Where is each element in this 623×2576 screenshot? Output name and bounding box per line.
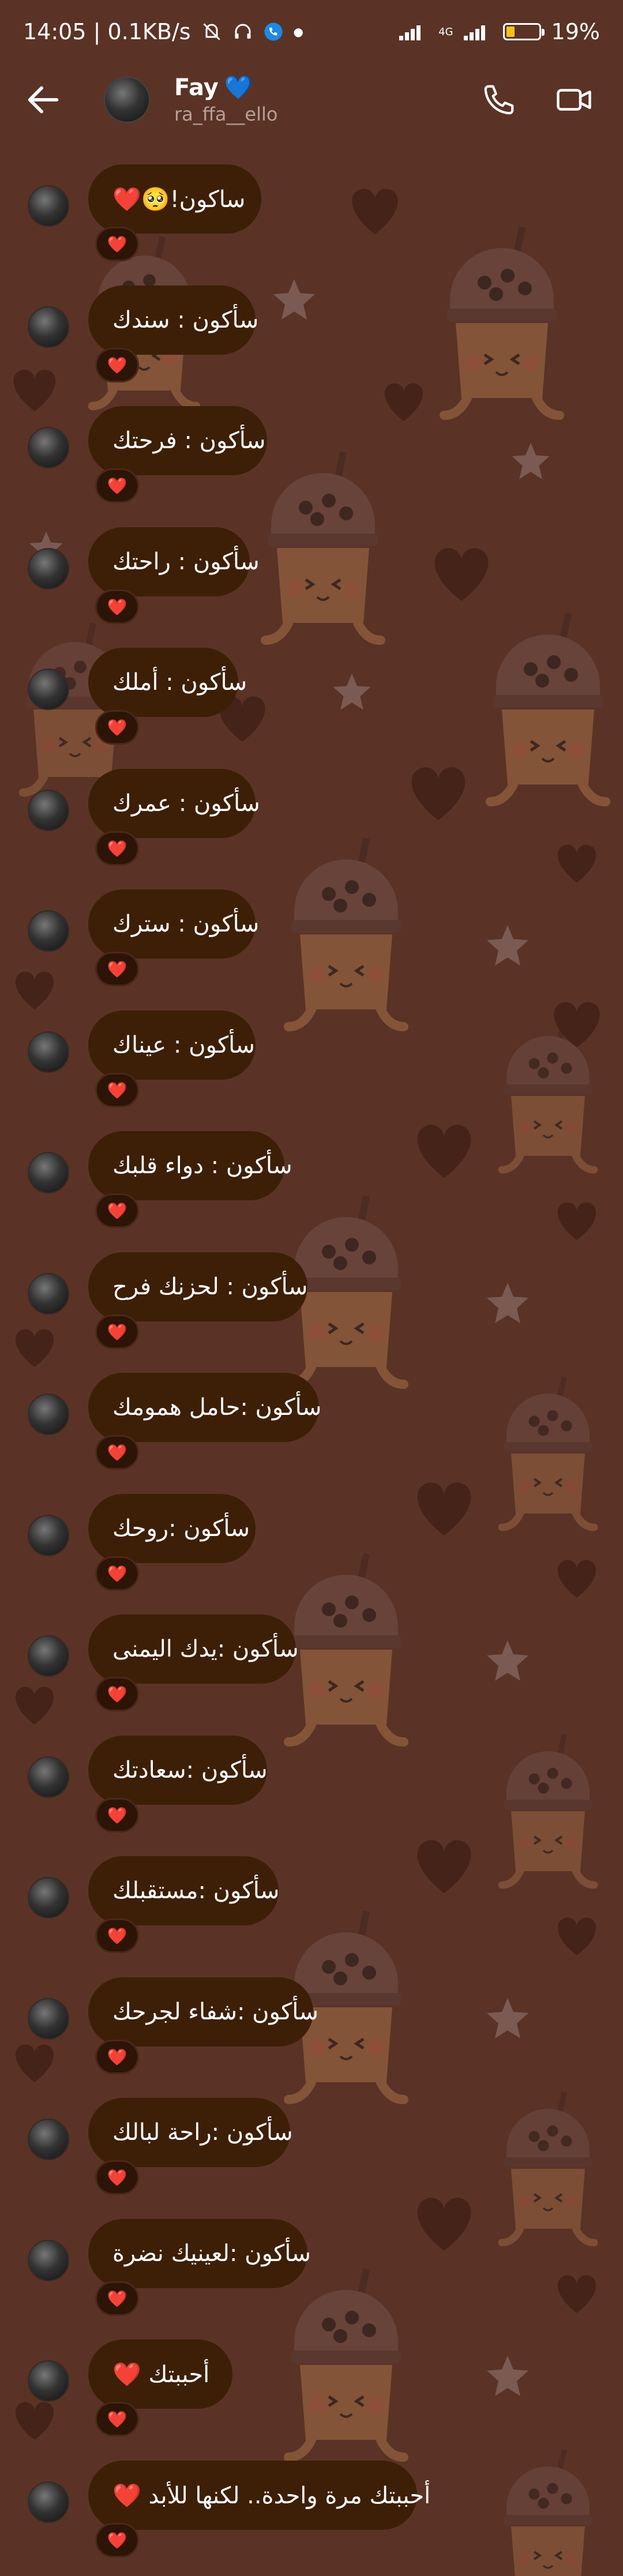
heart-reaction[interactable]: ❤️ bbox=[95, 2160, 139, 2195]
contact-info[interactable]: Fay 💙 ra_ffa__ello bbox=[174, 74, 278, 126]
phone-status-icon bbox=[264, 22, 283, 41]
battery-percent: 19% bbox=[551, 19, 600, 44]
battery-icon bbox=[502, 23, 545, 40]
message-bubble[interactable]: سأكون : عمرك bbox=[88, 769, 260, 838]
sender-avatar[interactable] bbox=[28, 2360, 69, 2402]
message-bubble[interactable]: سأكون : دواء قلبك bbox=[88, 1131, 292, 1200]
heart-reaction[interactable]: ❤️ bbox=[95, 2402, 139, 2436]
headphones-icon bbox=[235, 24, 250, 39]
message-bubble[interactable]: ساكون!🥺❤️ bbox=[88, 164, 261, 234]
network-type: 4G bbox=[438, 25, 453, 38]
heart-reaction[interactable]: ❤️ bbox=[95, 2281, 139, 2316]
header-actions bbox=[479, 80, 594, 120]
sender-avatar[interactable] bbox=[28, 1273, 69, 1315]
contact-name-text: Fay bbox=[174, 74, 219, 101]
message-bubble[interactable]: سأكون :روحك bbox=[88, 1494, 256, 1563]
voice-call-button[interactable] bbox=[479, 80, 519, 120]
heart-reaction[interactable]: ❤️ bbox=[95, 1315, 139, 1349]
message-bubble[interactable]: سأكون :حامل همومك bbox=[88, 1373, 321, 1442]
status-time-speed: 14:05 | 0.1KB/s bbox=[23, 19, 191, 44]
heart-reaction[interactable]: ❤️ bbox=[95, 348, 139, 382]
sender-avatar[interactable] bbox=[28, 306, 69, 348]
status-bar: 14:05 | 0.1KB/s ● 4G 19% bbox=[0, 0, 623, 63]
heart-reaction[interactable]: ❤️ bbox=[95, 2523, 139, 2558]
sender-avatar[interactable] bbox=[28, 1031, 69, 1073]
heart-reaction[interactable]: ❤️ bbox=[95, 1798, 139, 1833]
message-bubble[interactable]: سأكون : لحزنك فرح bbox=[88, 1252, 307, 1321]
heart-reaction[interactable]: ❤️ bbox=[95, 227, 139, 261]
sender-avatar[interactable] bbox=[28, 669, 69, 710]
video-camera-icon bbox=[557, 89, 591, 111]
sender-avatar[interactable] bbox=[28, 185, 69, 227]
heart-reaction[interactable]: ❤️ bbox=[95, 1073, 139, 1107]
message-bubble[interactable]: سأكون : سندك bbox=[88, 286, 258, 355]
signal-2-icon bbox=[463, 25, 485, 40]
status-left: 14:05 | 0.1KB/s ● bbox=[23, 19, 303, 44]
signal-icon bbox=[399, 25, 421, 40]
message-bubble[interactable]: سأكون :شفاء لجرحك bbox=[88, 1977, 318, 2046]
sender-avatar[interactable] bbox=[28, 1756, 69, 1798]
heart-reaction[interactable]: ❤️ bbox=[95, 1435, 139, 1470]
sender-avatar[interactable] bbox=[28, 1394, 69, 1435]
message-bubble[interactable]: سأكون : عيناك bbox=[88, 1011, 256, 1080]
back-arrow-icon[interactable] bbox=[23, 80, 63, 120]
dot-icon: ● bbox=[293, 25, 303, 39]
sender-avatar[interactable] bbox=[28, 1635, 69, 1677]
contact-username: ra_ffa__ello bbox=[174, 103, 278, 125]
heart-reaction[interactable]: ❤️ bbox=[95, 468, 139, 503]
heart-reaction[interactable]: ❤️ bbox=[95, 1556, 139, 1591]
message-bubble[interactable]: سأكون :يدك اليمنى bbox=[88, 1614, 299, 1684]
heart-reaction[interactable]: ❤️ bbox=[95, 2040, 139, 2074]
message-bubble[interactable]: سأكون : فرحتك bbox=[88, 406, 267, 475]
heart-reaction[interactable]: ❤️ bbox=[95, 831, 139, 866]
mute-icon bbox=[202, 23, 220, 40]
sender-avatar[interactable] bbox=[28, 2481, 69, 2523]
message-bubble[interactable]: سأكون : سترك bbox=[88, 889, 259, 959]
heart-reaction[interactable]: ❤️ bbox=[95, 710, 139, 745]
contact-avatar[interactable] bbox=[104, 76, 150, 123]
heart-reaction[interactable]: ❤️ bbox=[95, 1193, 139, 1228]
sender-avatar[interactable] bbox=[28, 1998, 69, 2040]
heart-reaction[interactable]: ❤️ bbox=[95, 952, 139, 986]
contact-name: Fay 💙 bbox=[174, 74, 277, 102]
status-right: 4G 19% bbox=[399, 19, 600, 44]
message-bubble[interactable]: سأكون :لعينيك نضرة bbox=[88, 2219, 311, 2288]
heart-reaction[interactable]: ❤️ bbox=[95, 1677, 139, 1711]
sender-avatar[interactable] bbox=[28, 548, 69, 589]
sender-avatar[interactable] bbox=[28, 910, 69, 952]
sender-avatar[interactable] bbox=[28, 1515, 69, 1556]
blue-heart-icon: 💙 bbox=[224, 74, 253, 101]
message-bubble[interactable]: سأكون : أملك bbox=[88, 648, 247, 717]
heart-reaction[interactable]: ❤️ bbox=[95, 1918, 139, 1953]
phone-icon bbox=[484, 85, 514, 115]
message-bubble[interactable]: أحببتك مرة واحدة.. لكنها للأبد ❤️ bbox=[88, 2461, 430, 2530]
heart-reaction[interactable]: ❤️ bbox=[95, 589, 139, 624]
sender-avatar[interactable] bbox=[28, 1152, 69, 1193]
message-bubble[interactable]: أحببتك ❤️ bbox=[88, 2340, 232, 2409]
sender-avatar[interactable] bbox=[28, 790, 69, 831]
sender-avatar[interactable] bbox=[28, 2119, 69, 2160]
sender-avatar[interactable] bbox=[28, 427, 69, 468]
message-bubble[interactable]: سأكون :مستقبلك bbox=[88, 1856, 279, 1925]
chat-header: Fay 💙 ra_ffa__ello bbox=[0, 63, 623, 136]
video-call-button[interactable] bbox=[554, 80, 594, 120]
message-bubble[interactable]: سأكون : راحتك bbox=[88, 527, 260, 596]
sender-avatar[interactable] bbox=[28, 1877, 69, 1918]
message-bubble[interactable]: سأكون :راحة لبالك bbox=[88, 2098, 293, 2167]
message-bubble[interactable]: سأكون :سعادتك bbox=[88, 1736, 268, 1805]
sender-avatar[interactable] bbox=[28, 2240, 69, 2281]
